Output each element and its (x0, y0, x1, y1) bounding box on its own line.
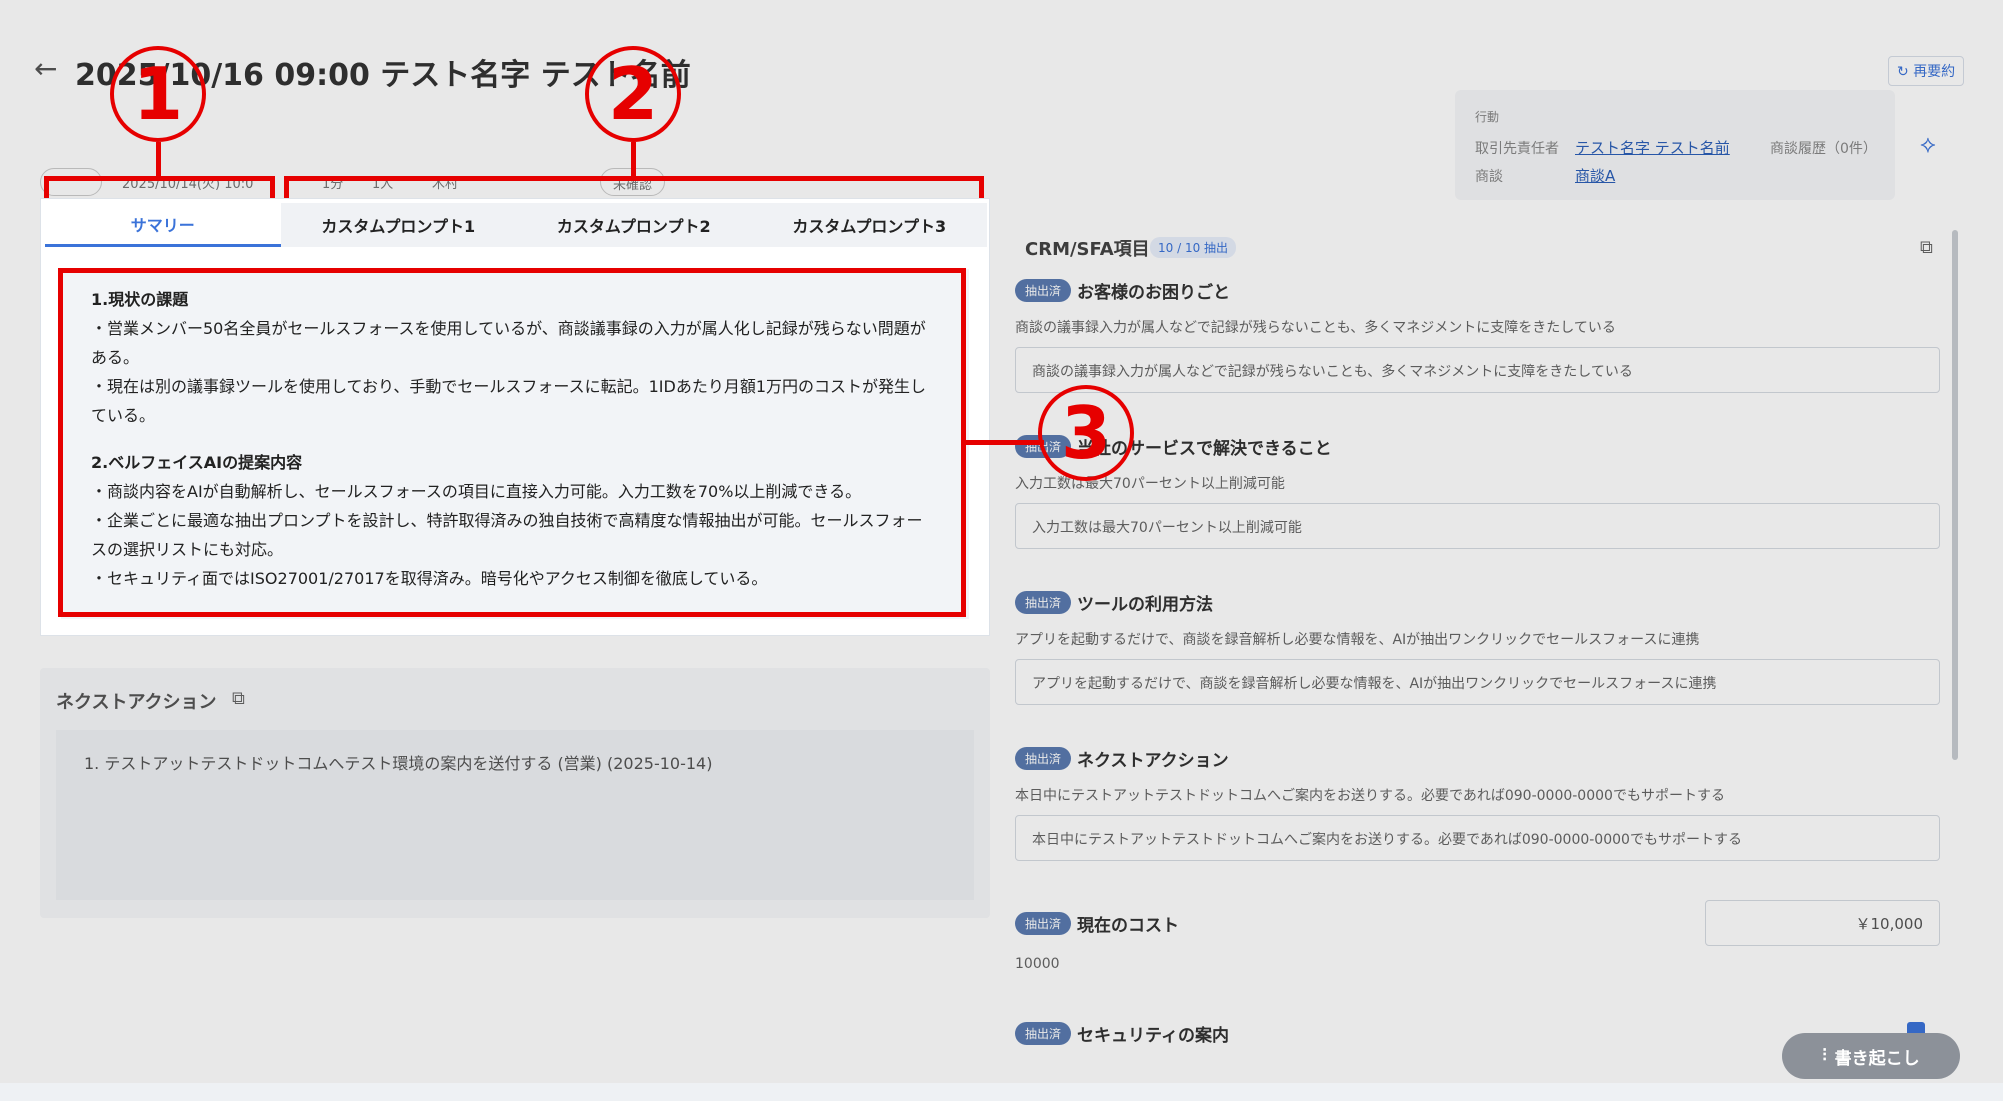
annotation-connector (631, 142, 636, 178)
waveform-icon: ⫶ (1822, 1046, 1827, 1066)
annotation-bracket (284, 176, 984, 181)
annotation-bracket (270, 176, 275, 198)
annotation-connector (964, 440, 1044, 445)
annotation-box-3 (58, 268, 966, 617)
annotation-bracket (44, 176, 49, 198)
annotation-marker-2: 2 (585, 46, 681, 142)
annotation-bracket (44, 176, 274, 181)
annotation-marker-1: 1 (110, 46, 206, 142)
annotation-connector (156, 142, 161, 178)
annotation-marker-3: 3 (1038, 385, 1134, 481)
tab-custom-prompt-1[interactable]: カスタムプロンプト1 (281, 203, 517, 247)
annotation-bracket (284, 176, 289, 198)
tab-summary[interactable]: サマリー (45, 203, 281, 247)
transcribe-button[interactable]: ⫶ 書き起こし (1782, 1033, 1960, 1079)
annotation-bracket (979, 176, 984, 198)
tab-custom-prompt-2[interactable]: カスタムプロンプト2 (516, 203, 752, 247)
bottom-strip (0, 1083, 2003, 1101)
tab-bar: サマリー カスタムプロンプト1 カスタムプロンプト2 カスタムプロンプト3 (45, 203, 987, 247)
tab-custom-prompt-3[interactable]: カスタムプロンプト3 (752, 203, 988, 247)
